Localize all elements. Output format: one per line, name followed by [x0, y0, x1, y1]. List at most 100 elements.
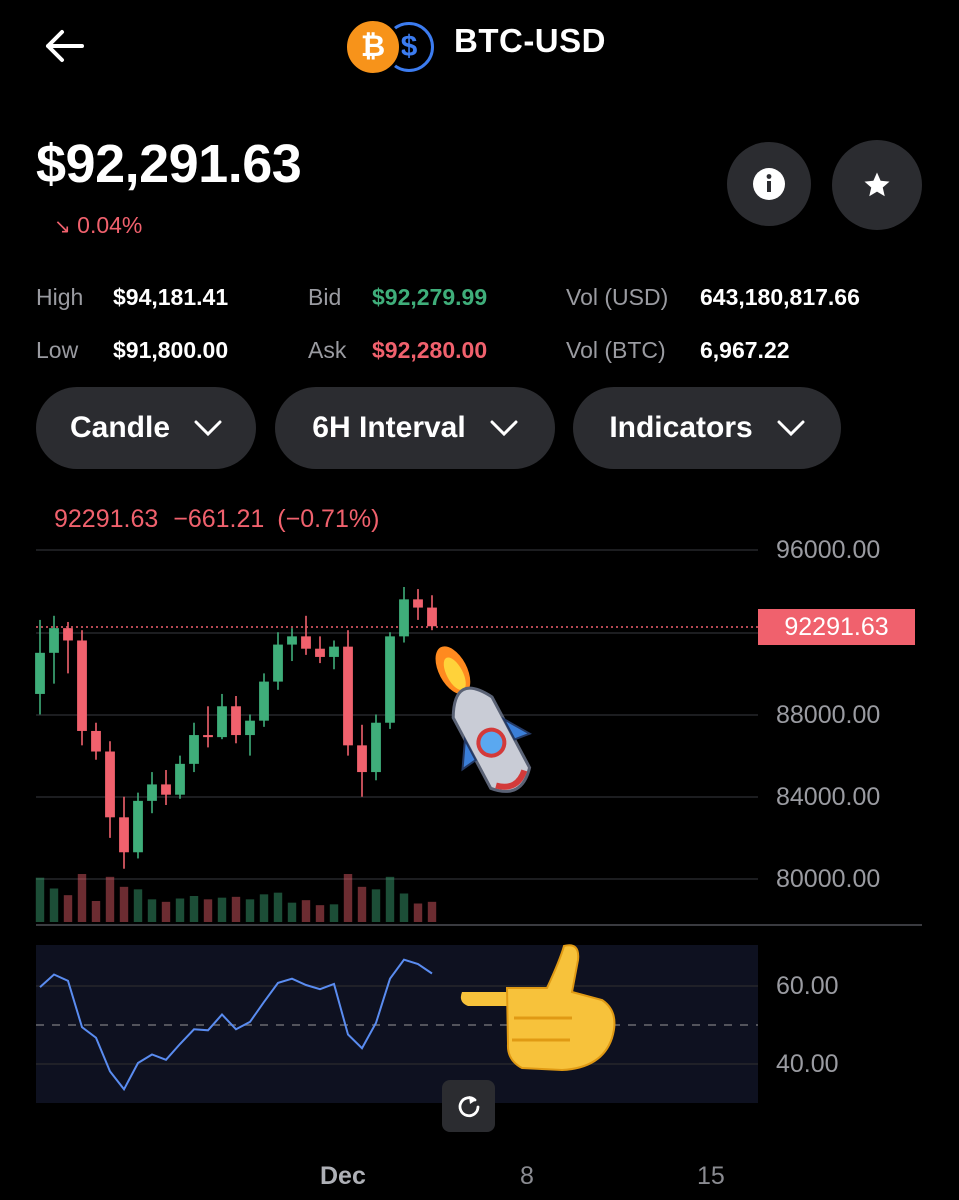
- bid-label: Bid: [308, 284, 342, 310]
- page-title: BTC-USD: [454, 22, 606, 59]
- current-price-tag: 92291.63: [758, 609, 915, 645]
- back-arrow-icon[interactable]: [40, 24, 90, 68]
- y-tick-88000: 88000.00: [776, 701, 881, 729]
- volume-bar: [357, 886, 367, 922]
- volume-bar: [413, 903, 423, 922]
- candle-body: [231, 706, 241, 736]
- candle-body: [427, 607, 437, 627]
- chevron-down-icon: [490, 420, 518, 437]
- x-tick-dec: Dec: [320, 1162, 366, 1190]
- vol-usd-value: 643,180,817.66: [700, 284, 860, 310]
- ask-value: $92,280.00: [372, 337, 488, 363]
- reset-icon: [458, 1096, 479, 1118]
- grid-lines: [36, 549, 758, 880]
- high-value: $94,181.41: [113, 284, 229, 310]
- low-label: Low: [36, 337, 79, 363]
- vol-btc-label: Vol (BTC): [566, 337, 666, 363]
- candle-body: [315, 648, 325, 657]
- candle-body: [49, 628, 59, 653]
- volume-bar: [287, 902, 297, 922]
- rocket-emoji: [435, 646, 532, 793]
- volume-bar: [175, 898, 185, 922]
- interval-label: 6H Interval: [312, 411, 466, 444]
- chevron-down-icon: [194, 420, 222, 437]
- rsi-tick-40: 40.00: [776, 1050, 839, 1078]
- vol-btc-value: 6,967.22: [700, 337, 790, 363]
- candle-body: [399, 599, 409, 637]
- bid-value: $92,279.99: [372, 284, 488, 310]
- candle-body: [273, 644, 283, 682]
- y-tick-80000: 80000.00: [776, 865, 881, 893]
- info-button[interactable]: [727, 142, 811, 226]
- high-label: High: [36, 284, 84, 310]
- candle-body: [91, 730, 101, 752]
- volume-bar: [315, 905, 325, 922]
- volume-bar: [385, 876, 395, 922]
- candle-body: [371, 722, 381, 773]
- volume-bar: [399, 893, 409, 922]
- candle-body: [119, 817, 129, 853]
- candle-body: [77, 640, 87, 731]
- favorite-button[interactable]: [832, 140, 922, 230]
- volume-bar: [119, 886, 129, 922]
- volume-bar: [259, 894, 269, 922]
- volume-bar: [161, 901, 171, 922]
- ask-label: Ask: [308, 337, 347, 363]
- candle-body: [343, 646, 353, 746]
- volume-bars: [35, 874, 437, 922]
- candle-body: [189, 735, 199, 764]
- candle-body: [147, 784, 157, 801]
- candle-body: [301, 636, 311, 649]
- candle-body: [259, 681, 269, 721]
- candle-body: [105, 751, 115, 818]
- info-icon: [753, 168, 785, 200]
- rsi-tick-60: 60.00: [776, 972, 839, 1000]
- volume-bar: [329, 904, 339, 922]
- volume-bar: [147, 899, 157, 922]
- volume-bar: [343, 874, 353, 922]
- candle-body: [203, 735, 213, 738]
- change-percent: 0.04%: [77, 212, 143, 238]
- star-icon: [864, 172, 890, 197]
- candle-body: [175, 763, 185, 795]
- ohlc-close: 92291.63: [54, 505, 159, 533]
- x-tick-8: 8: [520, 1162, 534, 1190]
- volume-bar: [301, 900, 311, 922]
- volume-bar: [427, 901, 437, 922]
- vol-usd-label: Vol (USD): [566, 284, 669, 310]
- volume-bar: [217, 897, 227, 922]
- candle-body: [161, 784, 171, 795]
- current-price: $92,291.63: [36, 134, 302, 194]
- chart-type-dropdown[interactable]: Candle: [36, 387, 256, 469]
- volume-bar: [231, 896, 241, 922]
- candle-body: [329, 646, 339, 657]
- volume-bar: [63, 895, 73, 922]
- volume-bar: [35, 877, 45, 922]
- ohlc-change: −661.21: [173, 505, 265, 533]
- volume-bar: [273, 892, 283, 922]
- candle-body: [217, 706, 227, 738]
- pointing-hand-emoji: [460, 944, 616, 1072]
- reset-zoom-button[interactable]: [442, 1080, 495, 1132]
- candle-body: [287, 636, 297, 645]
- volume-bar: [77, 874, 87, 922]
- chevron-down-icon: [777, 420, 805, 437]
- ohlc-change-pct: (−0.71%): [277, 505, 380, 533]
- candle-body: [413, 599, 423, 608]
- candle-body: [35, 652, 45, 694]
- btc-coin-icon: ₿: [344, 18, 402, 76]
- y-tick-96000: 96000.00: [776, 536, 881, 564]
- indicators-dropdown[interactable]: Indicators: [573, 387, 841, 469]
- candles: [35, 587, 437, 869]
- interval-dropdown[interactable]: 6H Interval: [275, 387, 555, 469]
- volume-bar: [105, 876, 115, 922]
- price-change: ↘ 0.04%: [54, 212, 142, 239]
- volume-bar: [203, 899, 213, 922]
- volume-bar: [189, 896, 199, 922]
- volume-bar: [49, 888, 59, 922]
- volume-bar: [245, 899, 255, 922]
- y-tick-84000: 84000.00: [776, 783, 881, 811]
- x-tick-15: 15: [697, 1162, 725, 1190]
- chart-type-label: Candle: [69, 411, 171, 444]
- candle-body: [133, 800, 143, 853]
